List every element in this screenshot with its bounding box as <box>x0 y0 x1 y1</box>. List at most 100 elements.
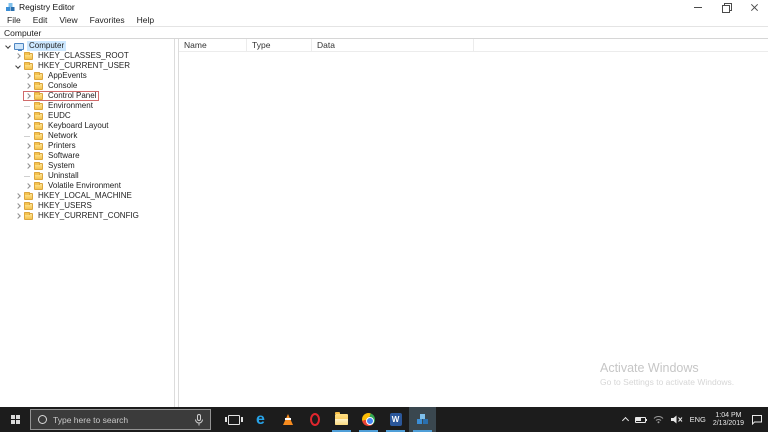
menu-edit[interactable]: Edit <box>27 15 54 25</box>
taskbar-word-button[interactable] <box>382 407 409 432</box>
close-button[interactable] <box>740 0 768 14</box>
folder-icon <box>24 61 33 70</box>
taskbar-chrome-button[interactable] <box>355 407 382 432</box>
taskbar-explorer-button[interactable] <box>328 407 355 432</box>
taskbar: Type here to search ENG 1:04 PM 2/13/201… <box>0 407 768 432</box>
folder-icon <box>34 71 43 80</box>
folder-icon <box>34 151 43 160</box>
tree-item-computer[interactable]: Computer <box>0 41 174 51</box>
menu-help[interactable]: Help <box>131 15 160 25</box>
tree-item-hkey-users[interactable]: HKEY_USERS <box>0 201 174 211</box>
chevron-down-icon[interactable] <box>14 62 23 71</box>
tree-item-console[interactable]: Console <box>0 81 174 91</box>
chevron-right-icon[interactable] <box>24 112 33 121</box>
computer-icon <box>14 42 24 51</box>
action-center-icon[interactable] <box>751 414 763 425</box>
tree-item-label: Computer <box>27 41 67 51</box>
folder-icon <box>24 211 33 220</box>
explorer-icon <box>335 412 348 425</box>
list-header: Name Type Data <box>179 39 768 52</box>
chevron-down-icon[interactable] <box>4 42 13 51</box>
window-title: Registry Editor <box>19 2 75 12</box>
folder-icon <box>34 81 43 90</box>
column-header-data[interactable]: Data <box>312 39 474 51</box>
menu-view[interactable]: View <box>53 15 83 25</box>
taskbar-edge-button[interactable] <box>247 407 274 432</box>
chevron-right-icon[interactable] <box>24 142 33 151</box>
tree-item-printers[interactable]: Printers <box>0 141 174 151</box>
taskbar-apps <box>220 407 436 432</box>
tree-item-network[interactable]: Network <box>0 131 174 141</box>
tree-item-label: Software <box>48 151 80 160</box>
chevron-right-icon[interactable] <box>14 212 23 221</box>
menu-file[interactable]: File <box>1 15 27 25</box>
registry-editor-window: Registry Editor File Edit View Favorites Hel… <box>0 0 768 407</box>
tree-item-control-panel[interactable]: Control Panel <box>0 91 174 101</box>
restore-button[interactable] <box>712 0 740 14</box>
tree-item-software[interactable]: Software <box>0 151 174 161</box>
address-bar[interactable]: Computer <box>0 26 768 39</box>
battery-icon[interactable] <box>634 416 648 423</box>
taskbar-regedit-button[interactable] <box>409 407 436 432</box>
minimize-button[interactable] <box>684 0 712 14</box>
titlebar: Registry Editor <box>0 0 768 14</box>
tree-item-label: HKEY_CURRENT_USER <box>38 61 131 70</box>
tree-item-environment[interactable]: Environment <box>0 101 174 111</box>
search-placeholder: Type here to search <box>53 414 129 425</box>
regedit-icon <box>416 413 429 426</box>
main-content: Computer HKEY_CLASSES_ROOT HKEY_CURRENT_US… <box>0 39 768 407</box>
tree-item-hkey-current-config[interactable]: HKEY_CURRENT_CONFIG <box>0 211 174 221</box>
column-header-name[interactable]: Name <box>179 39 247 51</box>
volume-muted-icon[interactable] <box>670 415 683 424</box>
folder-icon <box>34 121 43 130</box>
taskbar-task-view-button[interactable] <box>220 407 247 432</box>
taskbar-clock[interactable]: 1:04 PM 2/13/2019 <box>713 412 744 428</box>
address-value: Computer <box>4 27 42 38</box>
clock-time: 1:04 PM <box>715 411 742 419</box>
tree-line-stub <box>24 132 33 141</box>
chevron-right-icon[interactable] <box>14 192 23 201</box>
taskbar-search[interactable]: Type here to search <box>30 409 211 430</box>
opera-icon <box>309 413 320 426</box>
start-button[interactable] <box>0 407 30 432</box>
chevron-right-icon[interactable] <box>24 92 33 101</box>
folder-icon <box>34 171 43 180</box>
list-body[interactable] <box>179 52 768 407</box>
tree-item-appevents[interactable]: AppEvents <box>0 71 174 81</box>
taskbar-opera-button[interactable] <box>301 407 328 432</box>
tree-item-label: Printers <box>48 141 76 150</box>
chevron-right-icon[interactable] <box>24 122 33 131</box>
menu-favorites[interactable]: Favorites <box>84 15 131 25</box>
chevron-right-icon[interactable] <box>24 72 33 81</box>
microphone-icon <box>195 413 203 425</box>
menubar: File Edit View Favorites Help <box>0 14 768 26</box>
tree-item-label: Control Panel <box>48 91 97 100</box>
registry-tree: Computer HKEY_CLASSES_ROOT HKEY_CURRENT_US… <box>0 39 175 407</box>
tree-item-hkey-classes-root[interactable]: HKEY_CLASSES_ROOT <box>0 51 174 61</box>
tree-item-label: Volatile Environment <box>48 181 121 190</box>
tree-item-eudc[interactable]: EUDC <box>0 111 174 121</box>
tray-overflow-chevron-icon[interactable] <box>621 416 629 425</box>
chrome-icon <box>362 413 375 426</box>
network-icon[interactable] <box>653 415 664 424</box>
tree-item-label: HKEY_CURRENT_CONFIG <box>38 211 139 220</box>
chevron-right-icon[interactable] <box>14 52 23 61</box>
chevron-right-icon[interactable] <box>14 202 23 211</box>
chevron-right-icon[interactable] <box>24 152 33 161</box>
tree-item-hkey-current-user[interactable]: HKEY_CURRENT_USER <box>0 61 174 71</box>
tree-item-keyboard-layout[interactable]: Keyboard Layout <box>0 121 174 131</box>
tree-item-hkey-local-machine[interactable]: HKEY_LOCAL_MACHINE <box>0 191 174 201</box>
column-header-type[interactable]: Type <box>247 39 312 51</box>
tree-item-uninstall[interactable]: Uninstall <box>0 171 174 181</box>
chevron-right-icon[interactable] <box>24 182 33 191</box>
value-list-pane: Name Type Data <box>178 39 768 407</box>
language-indicator[interactable]: ENG <box>690 415 706 424</box>
chevron-right-icon[interactable] <box>24 82 33 91</box>
windows-logo-icon <box>10 415 20 424</box>
tree-item-system[interactable]: System <box>0 161 174 171</box>
task-view-icon <box>224 414 243 425</box>
chevron-right-icon[interactable] <box>24 162 33 171</box>
tree-item-volatile-environment[interactable]: Volatile Environment <box>0 181 174 191</box>
tree-item-label: Environment <box>48 101 93 110</box>
taskbar-vlc-button[interactable] <box>274 407 301 432</box>
